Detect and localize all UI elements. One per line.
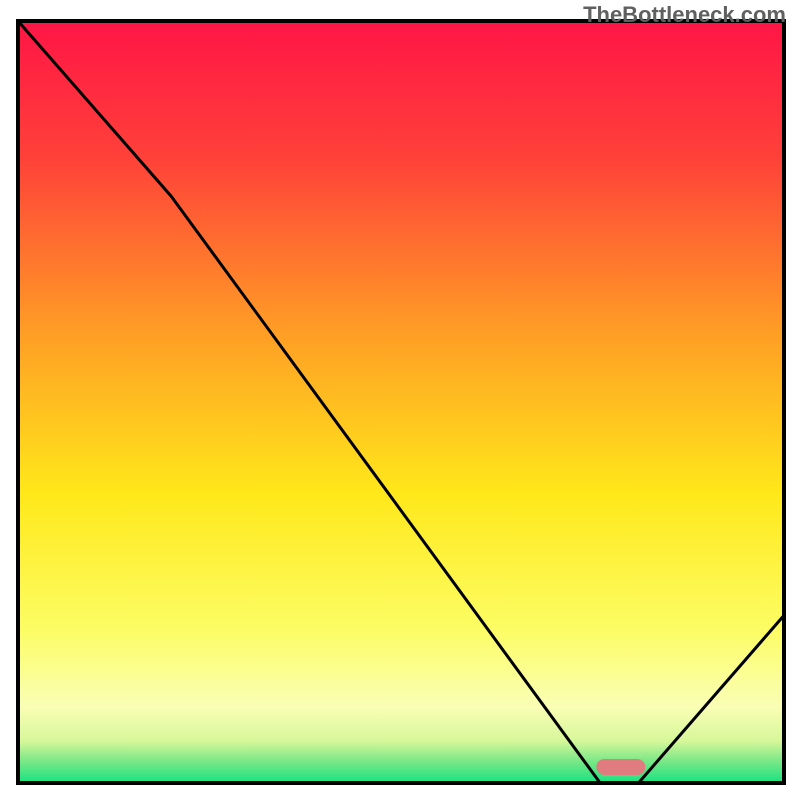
chart-container: TheBottleneck.com bbox=[0, 0, 800, 800]
chart-background bbox=[18, 21, 784, 783]
bottleneck-chart bbox=[0, 0, 800, 800]
watermark-text: TheBottleneck.com bbox=[583, 2, 786, 28]
optimal-marker bbox=[596, 759, 645, 775]
